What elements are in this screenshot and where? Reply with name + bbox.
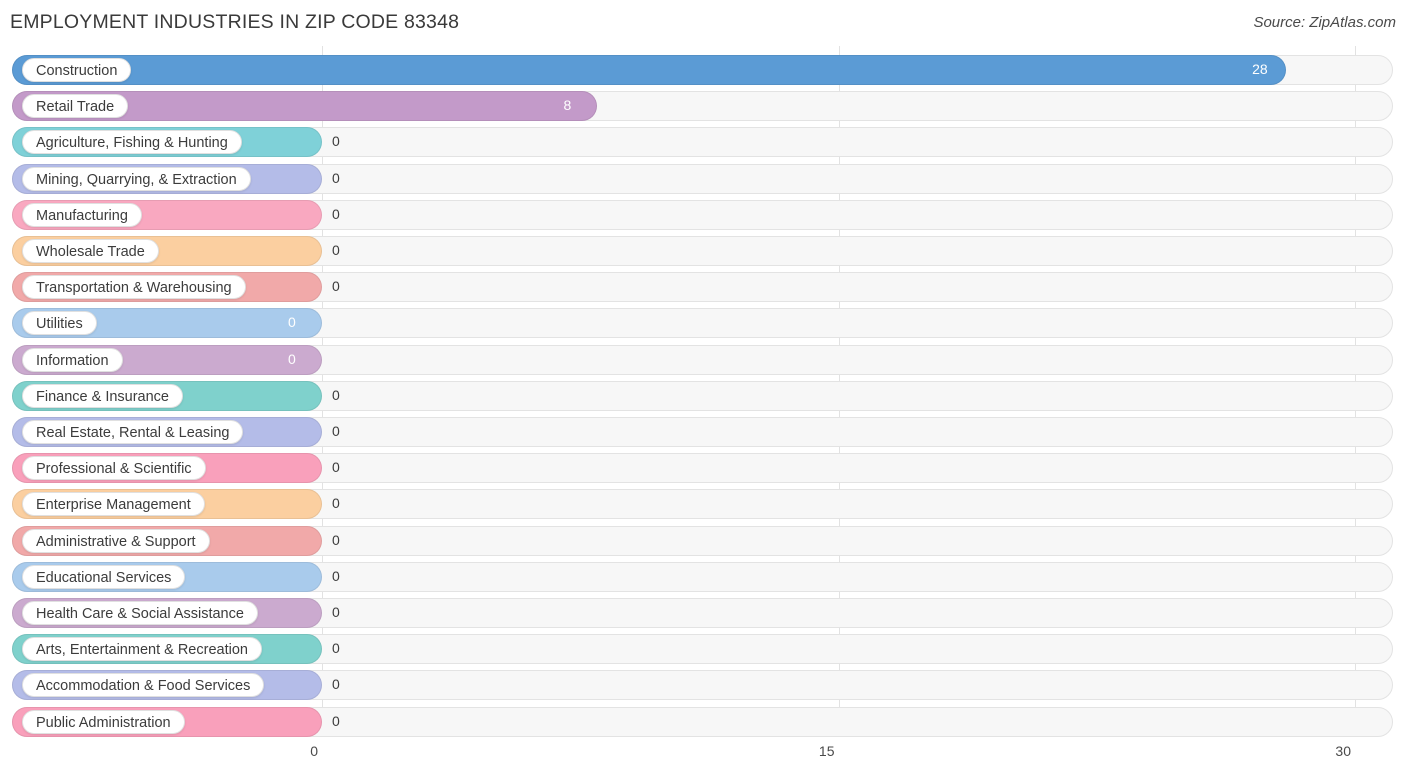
bar-value-label: 0 — [332, 423, 340, 439]
bar-value-label: 8 — [563, 97, 572, 114]
bar-value-label: 0 — [332, 712, 340, 729]
bar-value-label: 0 — [332, 459, 340, 476]
bar-category-label: Wholesale Trade — [22, 239, 159, 263]
bar-category-label: Enterprise Management — [22, 492, 205, 517]
bar[interactable] — [12, 55, 1287, 85]
bar-category-label: Finance & Insurance — [22, 383, 183, 408]
bar-row[interactable]: Retail Trade 8 — [0, 88, 1406, 124]
chart-header: EMPLOYMENT INDUSTRIES IN ZIP CODE 83348 … — [0, 0, 1406, 46]
bar-row[interactable]: Arts, Entertainment & Recreation 0 — [0, 631, 1406, 667]
bar-row[interactable]: Transportation & Warehousing 0 — [0, 269, 1406, 305]
bar-category-label: Utilities — [22, 311, 97, 336]
bar-value-label: 0 — [332, 133, 340, 150]
chart-root: EMPLOYMENT INDUSTRIES IN ZIP CODE 83348 … — [0, 0, 1406, 777]
bar-row[interactable]: Enterprise Management 0 — [0, 486, 1406, 522]
bar-row[interactable]: Utilities 0 — [0, 305, 1406, 341]
bar-value-label: 0 — [288, 350, 296, 367]
bar-value-label: 0 — [332, 169, 340, 186]
bar-category-label: Retail Trade — [22, 94, 129, 119]
bar-row[interactable]: Accommodation & Food Services 0 — [0, 667, 1406, 703]
bar-value-label: 0 — [288, 314, 296, 331]
x-axis-tick-label: 0 — [310, 743, 318, 759]
bar-row[interactable]: Real Estate, Rental & Leasing 0 — [0, 414, 1406, 450]
bar-value-label: 0 — [332, 567, 340, 584]
bar-row[interactable]: Finance & Insurance 0 — [0, 378, 1406, 414]
bar-category-label: Professional & Scientific — [22, 456, 206, 481]
bar-value-label: 0 — [332, 676, 340, 693]
bar-row[interactable]: Educational Services 0 — [0, 559, 1406, 595]
bar-row[interactable]: Manufacturing 0 — [0, 197, 1406, 233]
bar-row[interactable]: Public Administration 0 — [0, 704, 1406, 740]
bar-value-label: 0 — [332, 531, 340, 548]
x-axis: 0 15 30 — [0, 737, 1406, 777]
bar-value-label: 0 — [332, 386, 340, 403]
bar-category-label: Information — [22, 347, 123, 372]
bar-value-label: 28 — [1252, 61, 1268, 77]
bar-category-label: Health Care & Social Assistance — [22, 601, 258, 625]
bar-value-label: 0 — [332, 604, 340, 620]
x-axis-tick-label: 30 — [1335, 743, 1351, 759]
bar-row[interactable]: Agriculture, Fishing & Hunting 0 — [0, 124, 1406, 160]
bar-category-label: Construction — [22, 58, 132, 82]
bar-row[interactable]: Mining, Quarrying, & Extraction 0 — [0, 161, 1406, 197]
bar-row[interactable]: Administrative & Support 0 — [0, 523, 1406, 559]
bar-value-label: 0 — [332, 495, 340, 512]
bar-row[interactable]: Health Care & Social Assistance 0 — [0, 595, 1406, 631]
bar-row[interactable]: Information 0 — [0, 342, 1406, 378]
bar-value-label: 0 — [332, 640, 340, 657]
bar-category-label: Real Estate, Rental & Leasing — [22, 420, 244, 444]
bar-category-label: Arts, Entertainment & Recreation — [22, 637, 262, 662]
bar-value-label: 0 — [332, 278, 340, 295]
bar-value-label: 0 — [332, 242, 340, 258]
bar-category-label: Agriculture, Fishing & Hunting — [22, 130, 242, 155]
bar-row[interactable]: Construction 28 — [0, 52, 1406, 88]
bar-category-label: Administrative & Support — [22, 528, 210, 553]
bar-category-label: Manufacturing — [22, 202, 142, 227]
bar-category-label: Public Administration — [22, 709, 185, 734]
bar-row[interactable]: Wholesale Trade 0 — [0, 233, 1406, 269]
source-attribution: Source: ZipAtlas.com — [1253, 14, 1396, 31]
bar-category-label: Mining, Quarrying, & Extraction — [22, 166, 251, 191]
x-axis-tick-label: 15 — [818, 743, 835, 759]
bar-category-label: Transportation & Warehousing — [22, 275, 246, 300]
bar-value-label: 0 — [332, 205, 340, 222]
page-title: EMPLOYMENT INDUSTRIES IN ZIP CODE 83348 — [10, 11, 460, 33]
bar-row[interactable]: Professional & Scientific 0 — [0, 450, 1406, 486]
bar-category-label: Educational Services — [22, 564, 186, 589]
bar-category-label: Accommodation & Food Services — [22, 673, 265, 698]
plot-area: Construction 28 Retail Trade 8 Agriculture, … — [0, 46, 1406, 737]
